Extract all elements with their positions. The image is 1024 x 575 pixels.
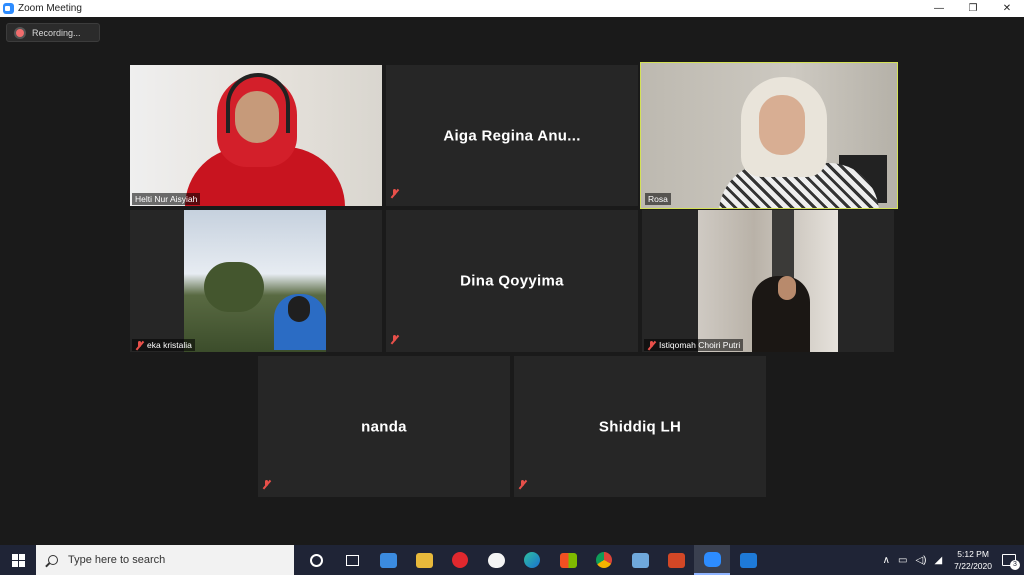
- recording-indicator[interactable]: Recording...: [6, 23, 100, 42]
- participant-tile[interactable]: eka kristalia: [130, 210, 382, 352]
- taskbar-search-box[interactable]: Type here to search: [36, 545, 294, 575]
- title-bar: Zoom Meeting — ❐ ✕: [0, 0, 1024, 17]
- participant-tile[interactable]: Dina Qoyyima: [386, 210, 638, 352]
- participant-name: Aiga Regina Anu...: [443, 127, 581, 144]
- task-view-icon[interactable]: [334, 545, 370, 575]
- windows-taskbar: Type here to search ∧ ▭ ◁) ◢ 5:12 PM 7/2…: [0, 545, 1024, 575]
- participant-tile[interactable]: nanda: [258, 356, 510, 497]
- store-icon[interactable]: [550, 545, 586, 575]
- opera-icon[interactable]: [442, 545, 478, 575]
- onedrive-icon[interactable]: [478, 545, 514, 575]
- search-placeholder: Type here to search: [68, 554, 166, 566]
- notifications-icon[interactable]: 3: [1002, 554, 1020, 570]
- media-player-icon[interactable]: [730, 545, 766, 575]
- participant-video: [641, 63, 897, 208]
- participant-name: Shiddiq LH: [598, 418, 682, 435]
- chrome-icon[interactable]: [586, 545, 622, 575]
- start-button[interactable]: [0, 545, 36, 575]
- participant-video: [130, 65, 382, 206]
- participant-name: nanda: [361, 418, 407, 435]
- zoom-meeting-window: Zoom Meeting — ❐ ✕ Recording... Helti Nu…: [0, 0, 1024, 575]
- system-tray: ∧ ▭ ◁) ◢ 5:12 PM 7/22/2020 3: [879, 545, 1024, 575]
- participant-name: Dina Qoyyima: [460, 272, 564, 290]
- participant-name-label: Istiqomah Choiri Putri: [644, 339, 744, 351]
- record-icon: [16, 28, 24, 37]
- participant-video: [184, 210, 326, 352]
- mail-icon[interactable]: [370, 545, 406, 575]
- participant-name-label: eka kristalia: [132, 339, 195, 351]
- close-button[interactable]: ✕: [990, 0, 1024, 17]
- window-title: Zoom Meeting: [18, 3, 82, 14]
- muted-mic-icon: [390, 185, 402, 203]
- powerpoint-icon[interactable]: [658, 545, 694, 575]
- participant-tile[interactable]: Istiqomah Choiri Putri: [642, 210, 894, 352]
- clock-time: 5:12 PM: [957, 549, 989, 559]
- participant-tile[interactable]: Shiddiq LH: [514, 356, 766, 497]
- window-controls: — ❐ ✕: [922, 0, 1024, 17]
- zoom-logo-icon: [3, 3, 14, 14]
- search-icon: [48, 555, 58, 565]
- recording-label: Recording...: [32, 27, 81, 38]
- restore-button[interactable]: ❐: [956, 0, 990, 17]
- participant-tile[interactable]: Helti Nur Aisyiah: [130, 65, 382, 206]
- participant-video: [698, 210, 838, 352]
- zoom-taskbar-icon[interactable]: [694, 545, 730, 575]
- active-speaker-tile[interactable]: Rosa: [640, 62, 898, 209]
- participant-tile[interactable]: Aiga Regina Anu...: [386, 65, 638, 206]
- muted-mic-icon: [647, 340, 656, 350]
- taskbar-apps: [298, 545, 766, 575]
- volume-icon[interactable]: ◁): [915, 555, 926, 566]
- screen-sketch-icon[interactable]: [622, 545, 658, 575]
- minimize-button[interactable]: —: [922, 0, 956, 17]
- participant-name-label: Rosa: [645, 193, 671, 205]
- muted-mic-icon: [135, 340, 144, 350]
- participant-name-label: Helti Nur Aisyiah: [132, 193, 201, 205]
- wifi-icon[interactable]: ◢: [934, 555, 942, 566]
- cortana-icon[interactable]: [298, 545, 334, 575]
- notification-count-badge: 3: [1010, 560, 1020, 570]
- edge-icon[interactable]: [514, 545, 550, 575]
- clock-date: 7/22/2020: [954, 561, 992, 571]
- muted-mic-icon: [262, 476, 274, 494]
- show-hidden-icons-chevron[interactable]: ∧: [883, 555, 890, 566]
- muted-mic-icon: [390, 331, 402, 349]
- file-explorer-icon[interactable]: [406, 545, 442, 575]
- battery-icon[interactable]: ▭: [898, 555, 907, 566]
- muted-mic-icon: [518, 476, 530, 494]
- windows-logo-icon: [11, 553, 25, 567]
- clock[interactable]: 5:12 PM 7/22/2020: [954, 548, 992, 572]
